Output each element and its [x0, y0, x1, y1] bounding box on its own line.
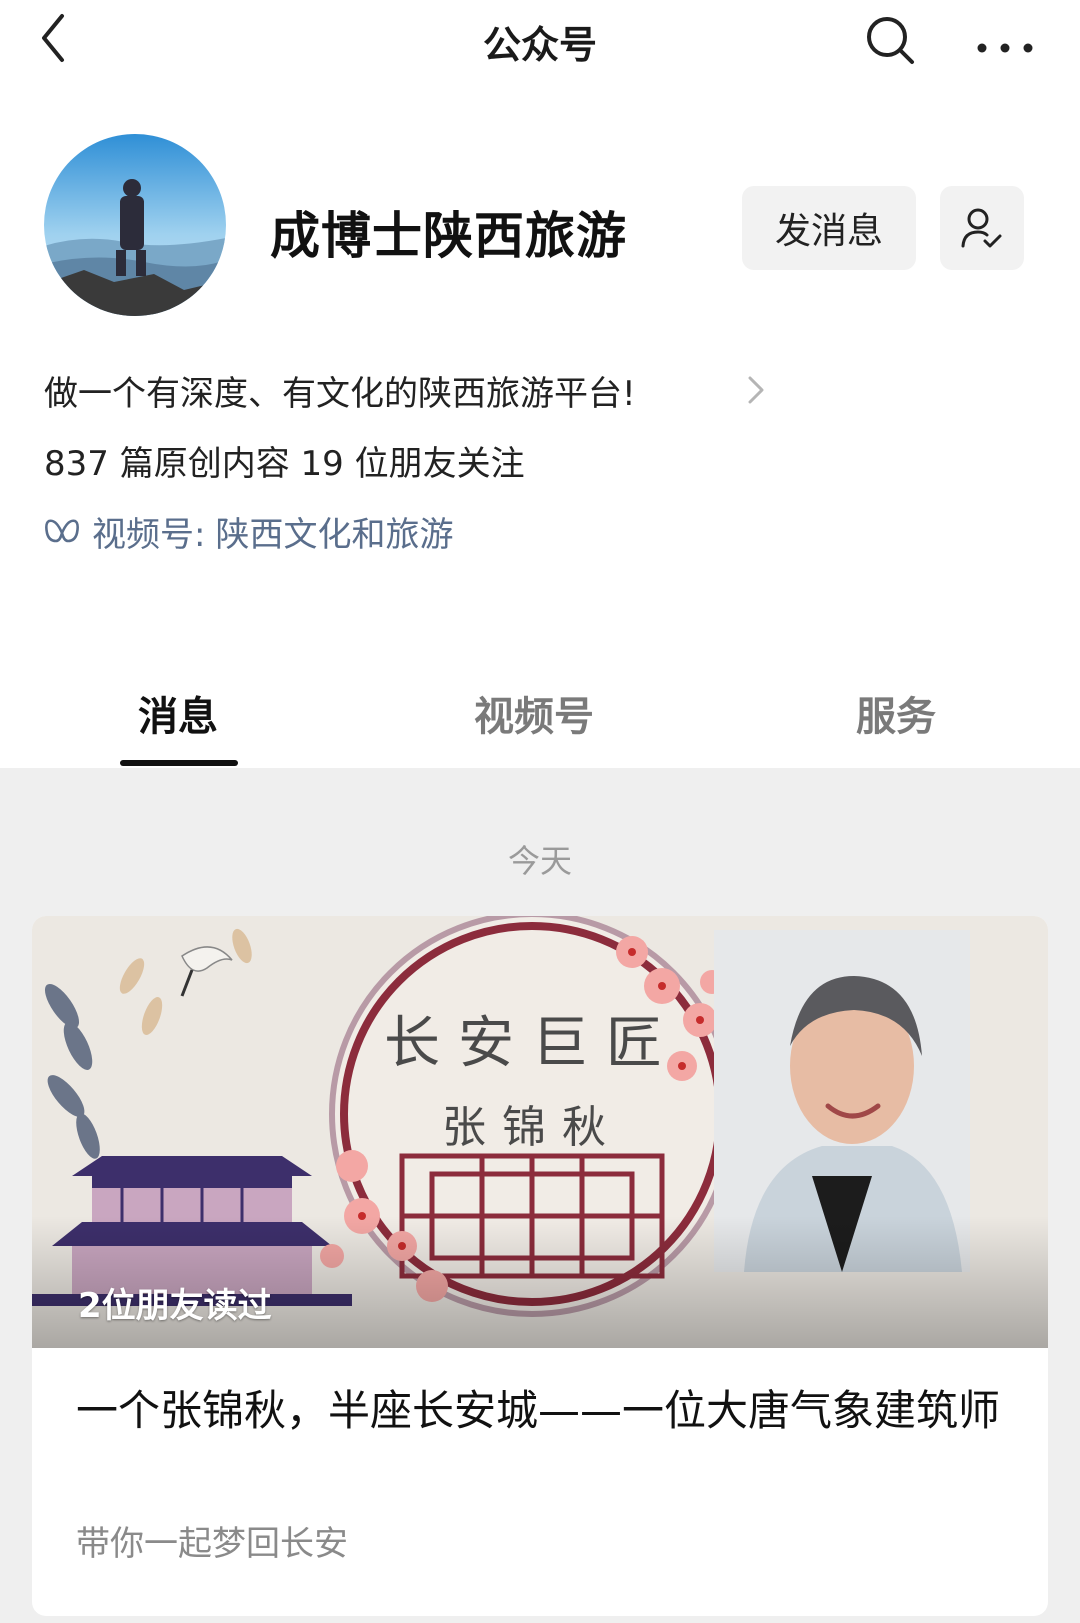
- page-title: 公众号: [482, 23, 597, 67]
- date-separator: 今天: [507, 842, 572, 880]
- channel-name: 陕西文化和旅游: [215, 514, 454, 555]
- tab-services[interactable]: 服务: [856, 684, 936, 742]
- follow-user-icon: [961, 208, 1002, 248]
- article-title[interactable]: 一个张锦秋，半座长安城——一位大唐气象建筑师: [76, 1382, 1016, 1440]
- search-button[interactable]: [862, 10, 918, 70]
- article-subtitle: 带你一起梦回长安: [76, 1524, 348, 1564]
- channel-link[interactable]: 视频号: 陕西文化和旅游: [44, 508, 454, 555]
- tab-channels[interactable]: 视频号: [474, 684, 594, 742]
- search-icon: [867, 17, 914, 64]
- channel-label: 视频号:: [92, 514, 206, 555]
- description-expand[interactable]: [746, 372, 766, 408]
- more-icon: [977, 43, 1033, 53]
- active-tab-indicator: [120, 760, 238, 766]
- send-message-button[interactable]: 发消息: [742, 186, 916, 270]
- top-bar: 公众号: [0, 0, 1080, 80]
- account-description: 做一个有深度、有文化的陕西旅游平台!: [44, 374, 636, 414]
- chevron-right-icon: [748, 376, 764, 404]
- article-card[interactable]: 长安巨匠 张锦秋 2位朋友读过 一个张锦秋，半座长安城——一位大唐气象建筑师 带…: [32, 916, 1048, 1616]
- tab-messages[interactable]: 消息: [138, 684, 218, 742]
- cover-name: 张锦秋: [442, 1102, 622, 1153]
- channels-butterfly-icon: [45, 519, 79, 543]
- account-name: 成博士陕西旅游: [270, 207, 627, 265]
- account-avatar[interactable]: [44, 134, 226, 316]
- follow-button[interactable]: [940, 186, 1024, 270]
- avatar-image: [44, 134, 226, 316]
- more-button[interactable]: [970, 10, 1040, 70]
- account-stats: 837 篇原创内容 19 位朋友关注: [44, 444, 525, 484]
- friends-read-badge: 2位朋友读过: [78, 1286, 272, 1326]
- cover-title: 长安巨匠: [384, 1011, 680, 1076]
